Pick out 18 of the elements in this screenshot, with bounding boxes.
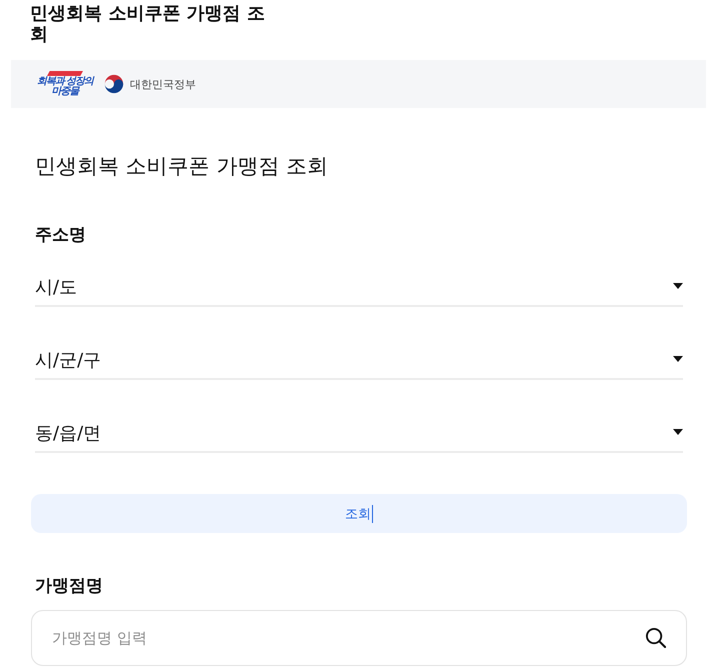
search-field[interactable]: 가맹점명 입력	[31, 610, 687, 666]
section-label: 주소명	[35, 224, 87, 247]
caret-icon	[673, 356, 683, 362]
caret-icon	[673, 429, 683, 435]
page-heading: 민생회복 소비쿠폰 가맹점 조회	[35, 153, 330, 180]
page-title: 민생회복 소비쿠폰 가맹점 조회	[30, 3, 266, 45]
dropdown[interactable]: 시/군/구	[35, 344, 683, 380]
search-icon[interactable]	[645, 627, 666, 648]
government-label: 대한민국정부	[130, 76, 196, 92]
dropdown[interactable]: 시/도	[35, 271, 683, 307]
dropdown[interactable]: 동/읍/면	[35, 417, 683, 453]
logo-text: 회복과 성장의 마중물	[36, 77, 94, 97]
text-cursor-icon	[372, 504, 373, 522]
section-label: 가맹점명	[35, 575, 104, 598]
ribbon-icon	[47, 71, 83, 76]
search-button[interactable]: 조회	[31, 494, 687, 533]
emblem-icon	[103, 73, 125, 95]
caret-icon	[673, 283, 683, 289]
